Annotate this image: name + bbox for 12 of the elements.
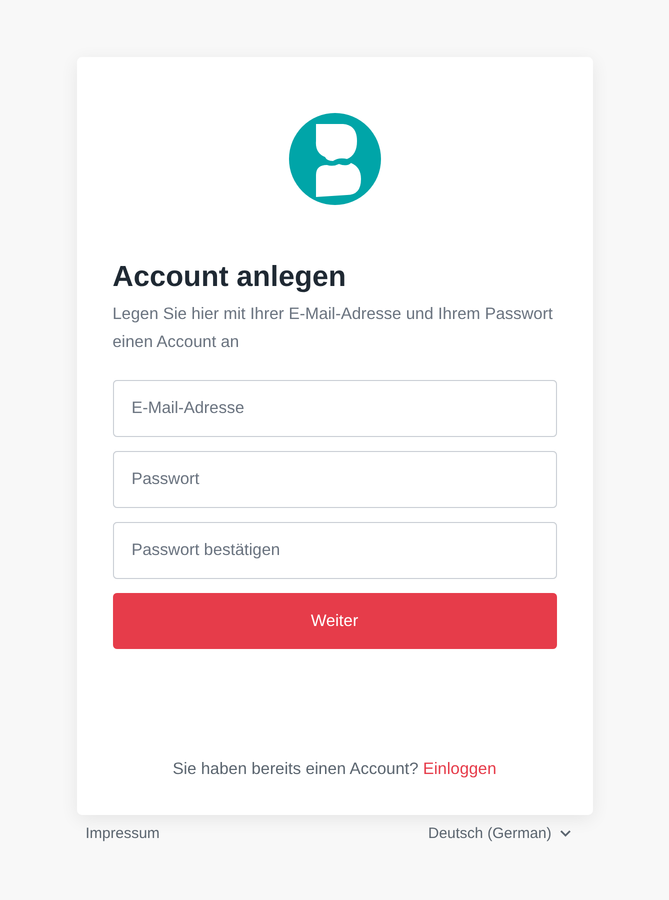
page-title: Account anlegen — [112, 261, 348, 294]
input-field[interactable]: Passwort bestätigen — [112, 522, 556, 579]
login-prompt: Sie haben bereits einen Account? Einloggen — [172, 760, 498, 779]
chevron-down-icon — [560, 830, 570, 837]
input-field[interactable]: Passwort — [112, 451, 556, 508]
subtitle: Legen Sie hier mit Ihrer E-Mail-Adresse und Ihrem Passwort einen Account an — [112, 304, 554, 353]
login-link[interactable]: Einloggen — [423, 760, 496, 778]
language-selector[interactable]: Deutsch (German) — [428, 825, 570, 842]
submit-button[interactable]: Weiter — [112, 593, 556, 649]
logo-icon — [288, 113, 380, 205]
input-field[interactable]: E-Mail-Adresse — [112, 380, 556, 437]
imprint-link[interactable]: Impressum — [86, 825, 160, 842]
